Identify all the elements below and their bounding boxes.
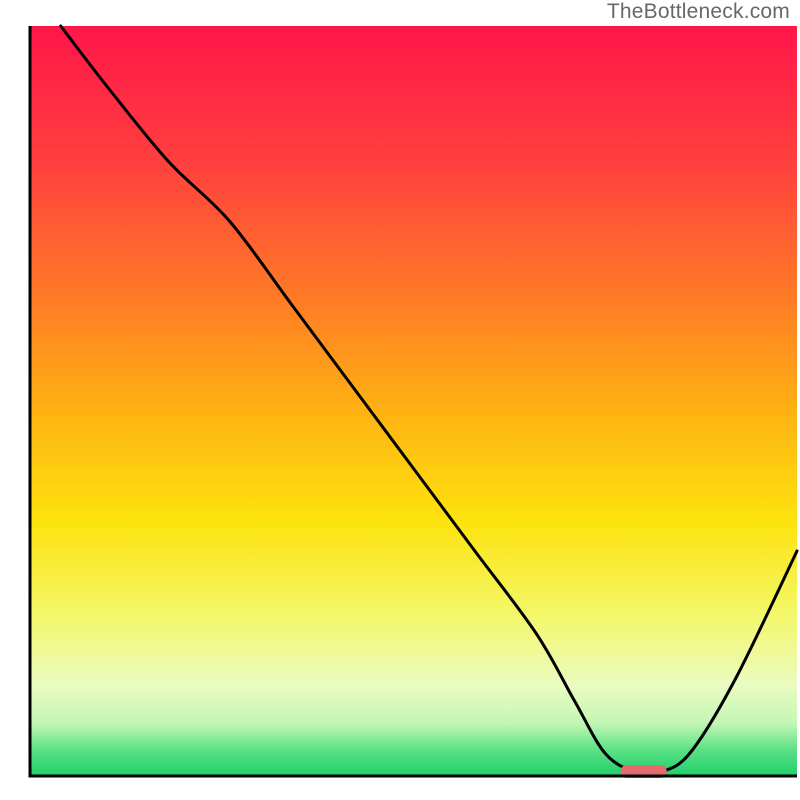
bottleneck-chart (0, 0, 800, 800)
plot-background (30, 26, 797, 776)
watermark-text: TheBottleneck.com (607, 0, 790, 24)
chart-container: { "watermark": "TheBottleneck.com", "cha… (0, 0, 800, 800)
